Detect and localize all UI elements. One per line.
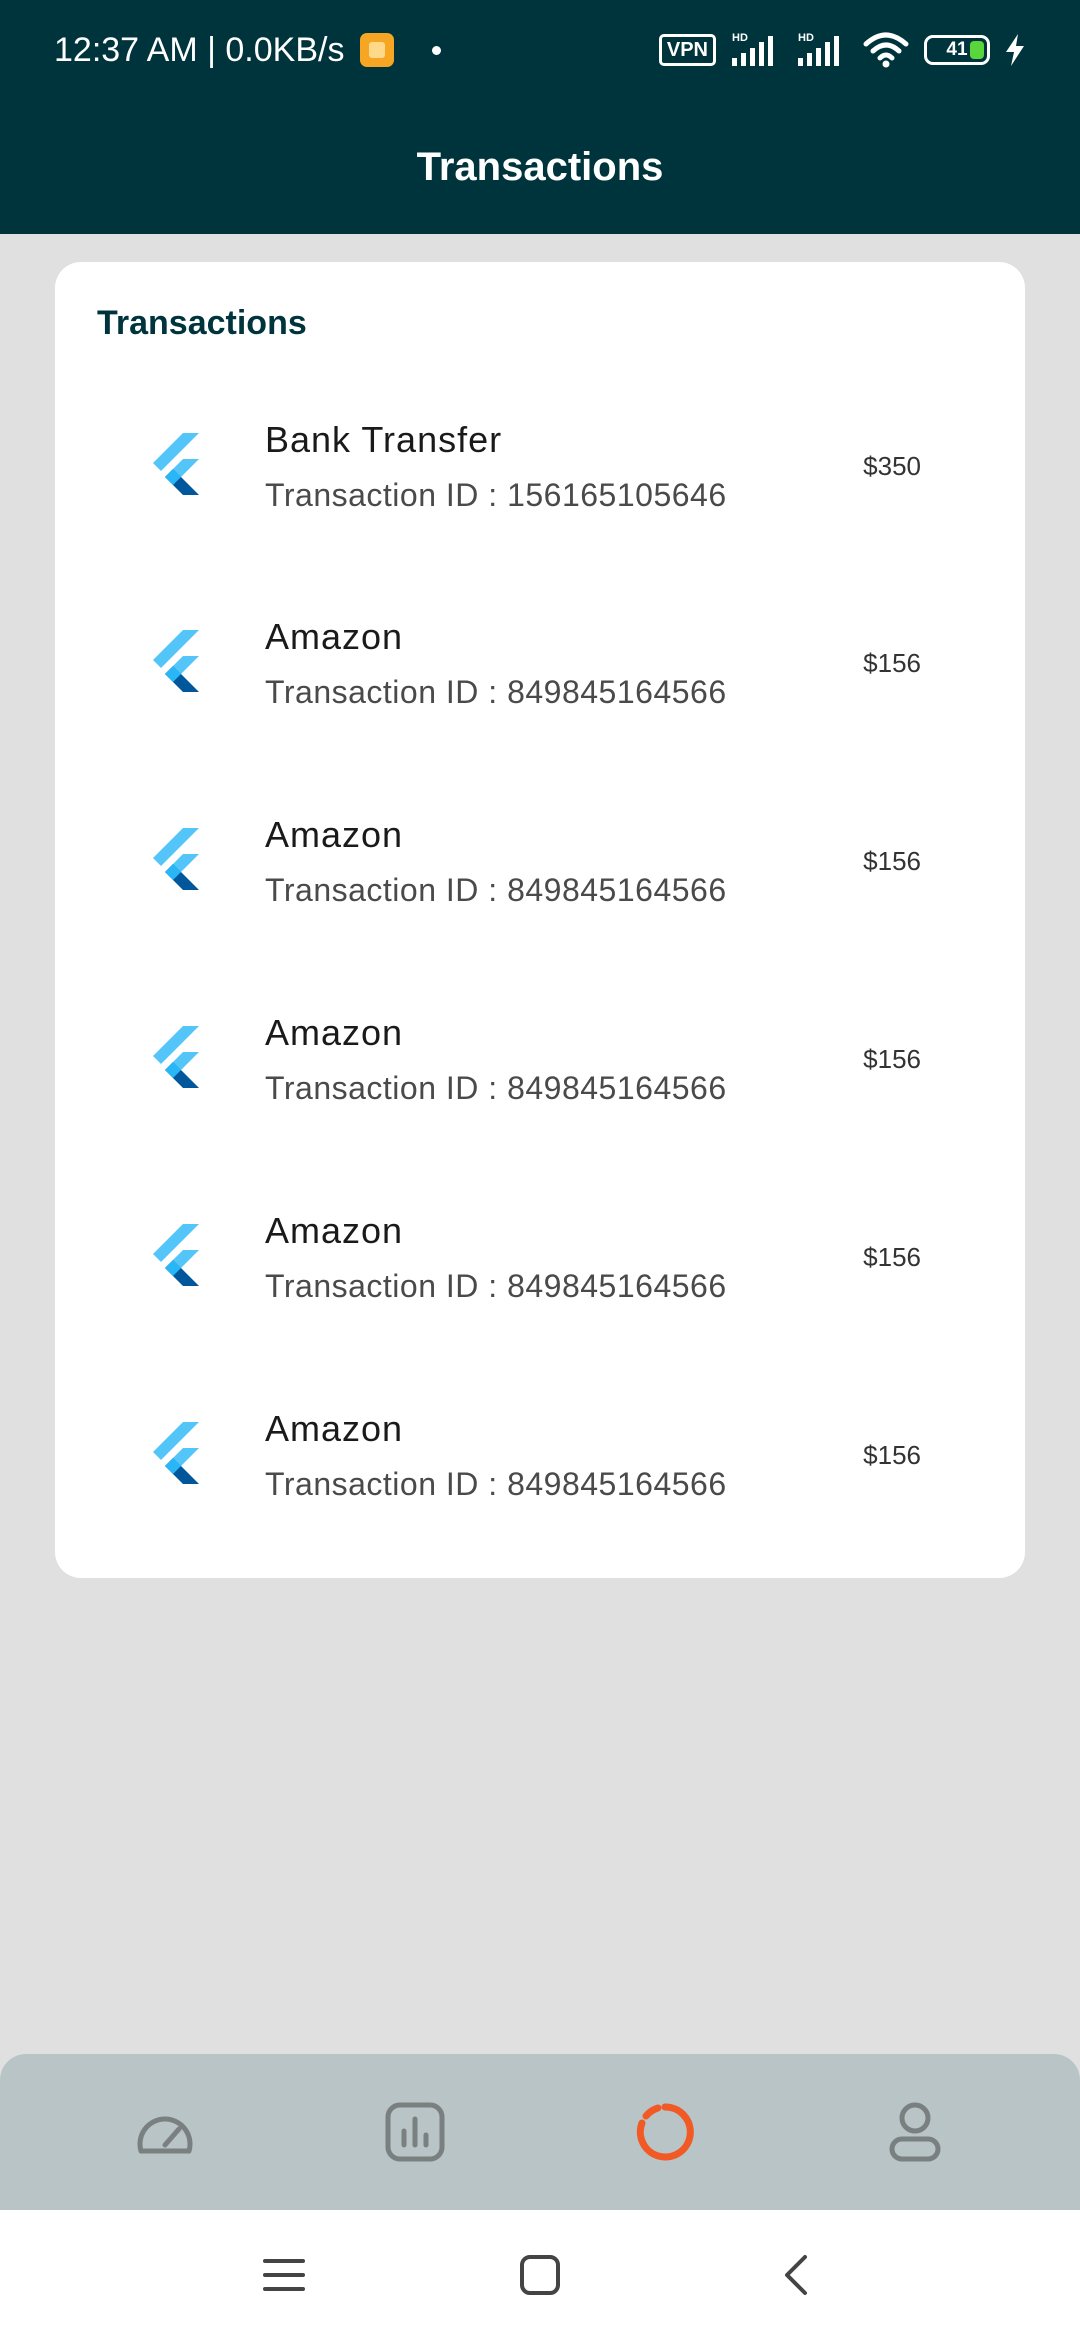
transaction-row[interactable]: Amazon Transaction ID : 849845164566 $156: [97, 762, 985, 960]
transaction-list: Bank Transfer Transaction ID : 1561651056…: [97, 368, 985, 1554]
transaction-name: Bank Transfer: [265, 418, 503, 460]
transaction-id: Transaction ID : 849845164566: [265, 1069, 727, 1106]
nav-item-transactions[interactable]: [595, 2082, 735, 2182]
vpn-badge: VPN: [658, 34, 716, 66]
nav-item-stats[interactable]: [345, 2082, 485, 2182]
nav-item-profile[interactable]: [845, 2082, 985, 2182]
menu-icon: [263, 2259, 305, 2291]
flutter-logo-icon: [147, 630, 207, 696]
bar-chart-icon: [385, 2102, 445, 2162]
status-bar: 12:37 AM | 0.0KB/s VPN HD HD 41: [0, 0, 1080, 100]
flutter-logo-icon: [147, 1026, 207, 1092]
signal-hd-2-icon: HD: [798, 32, 839, 66]
transaction-amount: $350: [863, 450, 921, 481]
transaction-row[interactable]: Bank Transfer Transaction ID : 1561651056…: [97, 368, 985, 564]
profile-icon: [889, 2102, 941, 2162]
transaction-text: Amazon Transaction ID : 849845164566: [265, 1408, 863, 1503]
battery-level-fill: [970, 41, 984, 59]
flutter-logo-icon: [147, 433, 207, 499]
transaction-text: Amazon Transaction ID : 849845164566: [265, 1210, 863, 1305]
home-button[interactable]: [512, 2247, 568, 2303]
transaction-id: Transaction ID : 849845164566: [265, 1267, 727, 1304]
transaction-amount: $156: [863, 1043, 921, 1074]
notification-app-icon: [360, 33, 395, 67]
transaction-text: Amazon Transaction ID : 849845164566: [265, 616, 863, 711]
transaction-amount: $156: [863, 647, 921, 678]
status-time-speed: 12:37 AM | 0.0KB/s: [54, 30, 345, 69]
menu-button[interactable]: [256, 2247, 312, 2303]
back-button[interactable]: [768, 2247, 824, 2303]
bottom-nav: [0, 2054, 1080, 2210]
page-title: Transactions: [416, 144, 664, 189]
back-chevron-icon: [785, 2255, 807, 2295]
wifi-icon: [863, 32, 909, 68]
transaction-row[interactable]: Amazon Transaction ID : 849845164566 $156: [97, 1158, 985, 1356]
transaction-name: Amazon: [265, 615, 404, 657]
battery-indicator: 41: [924, 35, 990, 65]
transaction-id: Transaction ID : 849845164566: [265, 673, 727, 710]
transaction-id: Transaction ID : 849845164566: [265, 1465, 727, 1502]
battery-percent: 41: [946, 39, 968, 60]
transaction-id: Transaction ID : 156165105646: [265, 476, 727, 513]
transaction-name: Amazon: [265, 813, 404, 855]
transaction-text: Bank Transfer Transaction ID : 1561651056…: [265, 419, 863, 514]
transaction-name: Amazon: [265, 1011, 404, 1053]
transaction-text: Amazon Transaction ID : 849845164566: [265, 1012, 863, 1107]
card-title: Transactions: [97, 304, 307, 342]
charging-icon: [1006, 34, 1024, 66]
app-bar: Transactions: [0, 100, 1080, 234]
nav-item-dashboard[interactable]: [95, 2082, 235, 2182]
flutter-logo-icon: [147, 828, 207, 894]
flutter-logo-icon: [147, 1422, 207, 1488]
notification-dot-icon: [432, 45, 442, 55]
svg-text:HD: HD: [798, 32, 814, 44]
flutter-logo-icon: [147, 1224, 207, 1290]
donut-chart-icon: [636, 2103, 694, 2161]
transaction-id: Transaction ID : 849845164566: [265, 871, 727, 908]
svg-text:HD: HD: [732, 32, 748, 44]
transactions-card: Transactions Bank Transfer Transaction ID…: [55, 262, 1025, 1578]
system-navigation-bar: [0, 2210, 1080, 2340]
signal-hd-icon: HD: [732, 32, 773, 66]
transaction-row[interactable]: Amazon Transaction ID : 849845164566 $156: [97, 1356, 985, 1554]
transaction-row[interactable]: Amazon Transaction ID : 849845164566 $156: [97, 960, 985, 1158]
transaction-amount: $156: [863, 1241, 921, 1272]
home-square-icon: [520, 2255, 560, 2295]
speedometer-icon: [137, 2116, 193, 2154]
transaction-name: Amazon: [265, 1209, 404, 1251]
transaction-row[interactable]: Amazon Transaction ID : 849845164566 $156: [97, 564, 985, 762]
transaction-text: Amazon Transaction ID : 849845164566: [265, 814, 863, 909]
transaction-name: Amazon: [265, 1407, 404, 1449]
transaction-amount: $156: [863, 845, 921, 876]
transaction-amount: $156: [863, 1439, 921, 1470]
